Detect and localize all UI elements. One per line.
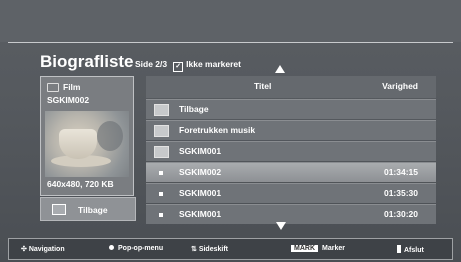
help-navigation: ✣ Navigation — [21, 245, 65, 253]
navigation-icon: ✣ — [21, 246, 29, 253]
help-navigation-label: Navigation — [28, 246, 65, 253]
help-popup-label: Pop-op-menu — [118, 245, 164, 252]
back-icon — [52, 204, 66, 215]
footer-help-bar: ✣ Navigation Pop-op-menu ⇅ Sideskift MAR… — [8, 238, 453, 260]
preview-category: Film — [63, 82, 81, 92]
item-name: SGKIM001 — [179, 146, 222, 156]
page-shift-icon: ⇅ — [191, 246, 199, 253]
back-button[interactable]: Tilbage — [40, 197, 136, 221]
divider — [8, 42, 453, 43]
back-button-label: Tilbage — [78, 205, 108, 215]
list-item[interactable]: SGKIM001 — [146, 141, 436, 161]
column-title: Titel — [254, 81, 272, 91]
file-icon — [159, 213, 163, 217]
marked-status: Ikke markeret — [186, 59, 241, 69]
thumbnail-shadow — [97, 121, 123, 151]
top-bar — [0, 0, 461, 42]
list-item[interactable]: SGKIM001 01:30:20 — [146, 204, 436, 224]
item-name: SGKIM002 — [179, 167, 222, 177]
scroll-up-icon[interactable] — [275, 65, 285, 73]
folder-icon — [154, 146, 169, 158]
list-item[interactable]: Tilbage — [146, 99, 436, 119]
list-item-selected[interactable]: SGKIM002 01:34:15 — [146, 162, 436, 182]
help-mark: MARK Marker — [291, 245, 345, 252]
folder-icon — [154, 125, 169, 137]
folder-icon — [47, 83, 59, 92]
item-name: SGKIM001 — [179, 209, 222, 219]
help-pageshift-label: Sideskift — [198, 246, 228, 253]
item-name: SGKIM001 — [179, 188, 222, 198]
help-exit-label: Afslut — [404, 247, 424, 254]
exit-icon — [397, 245, 401, 253]
item-duration: 01:35:30 — [383, 188, 418, 198]
page-info: Side 2/3 ✓ Ikke markeret — [135, 59, 241, 72]
list-item[interactable]: SGKIM001 01:35:30 — [146, 183, 436, 203]
preview-panel: Film SGKIM002 640x480, 720 KB — [40, 76, 134, 196]
help-exit: Afslut — [397, 245, 424, 254]
file-list: Titel Varighed Tilbage Foretrukken musik… — [146, 76, 436, 224]
preview-thumbnail — [45, 111, 129, 177]
column-duration: Varighed — [382, 81, 418, 91]
page-indicator: Side 2/3 — [135, 59, 168, 69]
item-duration: 01:34:15 — [383, 167, 418, 177]
file-icon — [159, 192, 163, 196]
list-header: Titel Varighed — [146, 76, 436, 98]
page-title: Biografliste — [40, 52, 134, 71]
back-folder-icon — [154, 104, 169, 116]
preview-resolution: 640x480, 720 KB — [47, 179, 114, 189]
scroll-down-icon[interactable] — [276, 222, 286, 230]
item-name: Foretrukken musik — [179, 125, 256, 135]
help-pageshift: ⇅ Sideskift — [191, 245, 228, 253]
enter-icon — [109, 245, 114, 250]
mark-key-icon: MARK — [291, 245, 318, 252]
help-popup: Pop-op-menu — [109, 245, 163, 252]
preview-filename: SGKIM002 — [47, 95, 90, 105]
help-mark-label: Marker — [322, 245, 345, 252]
file-icon — [159, 171, 163, 175]
checkbox-icon: ✓ — [173, 62, 184, 72]
item-duration: 01:30:20 — [383, 209, 418, 219]
list-item[interactable]: Foretrukken musik — [146, 120, 436, 140]
item-name: Tilbage — [179, 104, 209, 114]
